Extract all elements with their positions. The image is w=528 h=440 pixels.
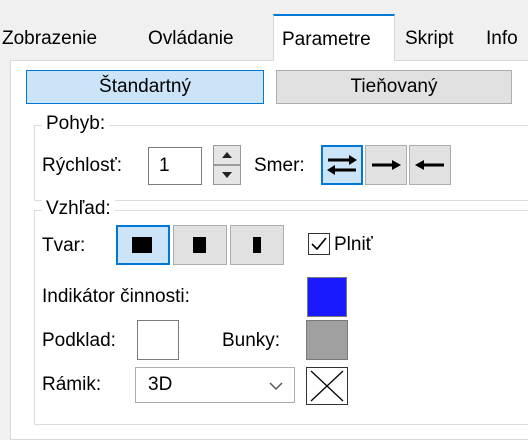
triangle-up-icon: [222, 152, 232, 158]
direction-left-button[interactable]: [409, 145, 451, 185]
narrow-block-icon: [253, 237, 261, 253]
activity-indicator-color-swatch[interactable]: [307, 277, 347, 317]
checkmark-icon: [311, 237, 327, 251]
tab-parametre[interactable]: Parametre: [273, 14, 395, 61]
arrow-right-icon: [372, 160, 401, 170]
cross-icon: [310, 370, 344, 402]
background-color-swatch[interactable]: [137, 320, 179, 360]
appearance-group-title: Vzhľad:: [42, 198, 115, 220]
tab-bar: Zobrazenie Ovládanie Parametre Skript In…: [0, 0, 528, 61]
speed-stepper: [213, 145, 241, 185]
shape-label: Tvar:: [42, 235, 86, 256]
frame-select[interactable]: 3D: [135, 367, 295, 403]
shape-wide-button[interactable]: [116, 225, 170, 265]
frame-none-button[interactable]: [306, 367, 348, 405]
frame-select-value: 3D: [148, 374, 173, 395]
tab-ovladanie[interactable]: Ovládanie: [148, 18, 234, 60]
shape-medium-button[interactable]: [173, 225, 227, 265]
tab-skript[interactable]: Skript: [405, 18, 454, 60]
frame-label: Rámik:: [42, 374, 102, 395]
motion-group-title: Pohyb:: [42, 113, 110, 135]
shaded-mode-button[interactable]: Tieňovaný: [276, 70, 512, 104]
fill-checkbox[interactable]: [308, 233, 330, 255]
fill-label: Plniť: [334, 234, 373, 255]
speed-increment-button[interactable]: [213, 145, 241, 165]
direction-both-button[interactable]: [321, 145, 363, 185]
speed-decrement-button[interactable]: [213, 165, 241, 185]
speed-label: Rýchlosť:: [42, 155, 122, 176]
medium-block-icon: [193, 237, 206, 253]
triangle-down-icon: [222, 172, 232, 178]
cells-color-swatch[interactable]: [306, 320, 348, 360]
direction-label: Smer:: [254, 155, 305, 176]
tab-info[interactable]: Info: [486, 18, 518, 60]
activity-indicator-label: Indikátor činnosti:: [42, 286, 190, 307]
bidirectional-arrows-icon: [327, 155, 357, 175]
chevron-down-icon: [269, 382, 283, 391]
background-label: Podklad:: [42, 330, 116, 351]
cells-label: Bunky:: [222, 330, 281, 351]
arrow-left-icon: [415, 160, 444, 170]
direction-right-button[interactable]: [365, 145, 407, 185]
tab-zobrazenie[interactable]: Zobrazenie: [2, 18, 97, 60]
shape-narrow-button[interactable]: [230, 225, 284, 265]
wide-block-icon: [132, 237, 152, 253]
speed-input[interactable]: 1: [148, 147, 202, 185]
standard-mode-button[interactable]: Štandartný: [26, 70, 264, 104]
